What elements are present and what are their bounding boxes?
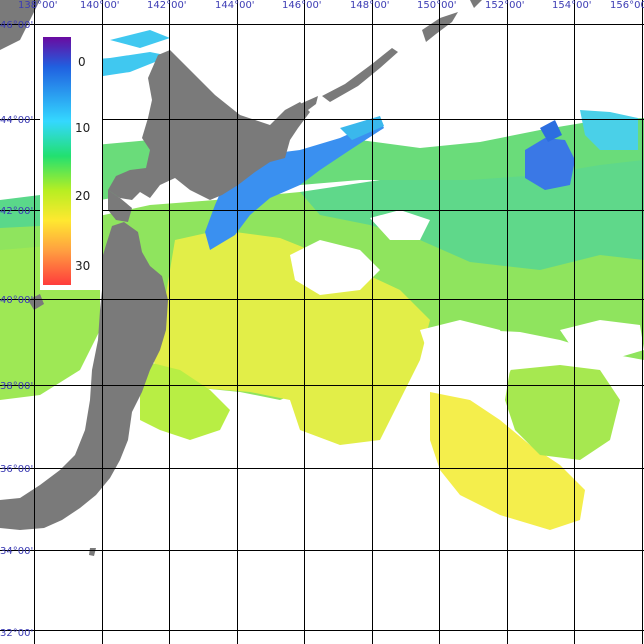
lon-label-146: 146°00' bbox=[282, 0, 322, 11]
temperature-colorbar: 0 10 20 30 bbox=[40, 34, 102, 290]
lat-label-44: 44°00' bbox=[0, 115, 33, 126]
lat-label-46: 46°00' bbox=[0, 20, 33, 31]
lon-label-140: 140°00' bbox=[80, 0, 120, 11]
colorbar-gradient bbox=[43, 37, 71, 285]
colorbar-tick-30: 30 bbox=[75, 259, 90, 273]
lon-label-142: 142°00' bbox=[147, 0, 187, 11]
lon-label-148: 148°00' bbox=[350, 0, 390, 11]
sst-cold-patch-east bbox=[525, 138, 575, 190]
lon-label-154: 154°00' bbox=[552, 0, 592, 11]
colorbar-tick-0: 0 bbox=[78, 55, 86, 69]
lon-label-144: 144°00' bbox=[215, 0, 255, 11]
lat-label-32: 32°00' bbox=[0, 628, 33, 639]
lon-label-156: 156°00' bbox=[610, 0, 644, 11]
sea-surface-temperature-map: 138°00' 140°00' 142°00' 144°00' 146°00' … bbox=[0, 0, 644, 644]
lat-label-36: 36°00' bbox=[0, 464, 33, 475]
lat-label-38: 38°00' bbox=[0, 381, 33, 392]
lat-label-34: 34°00' bbox=[0, 546, 33, 557]
lon-label-138: 138°00' bbox=[18, 0, 58, 11]
colorbar-tick-20: 20 bbox=[75, 189, 90, 203]
colorbar-tick-10: 10 bbox=[75, 121, 90, 135]
lat-label-40: 40°00' bbox=[0, 295, 33, 306]
lon-label-152: 152°00' bbox=[485, 0, 525, 11]
lon-label-150: 150°00' bbox=[417, 0, 457, 11]
lat-label-42: 42°00' bbox=[0, 206, 33, 217]
